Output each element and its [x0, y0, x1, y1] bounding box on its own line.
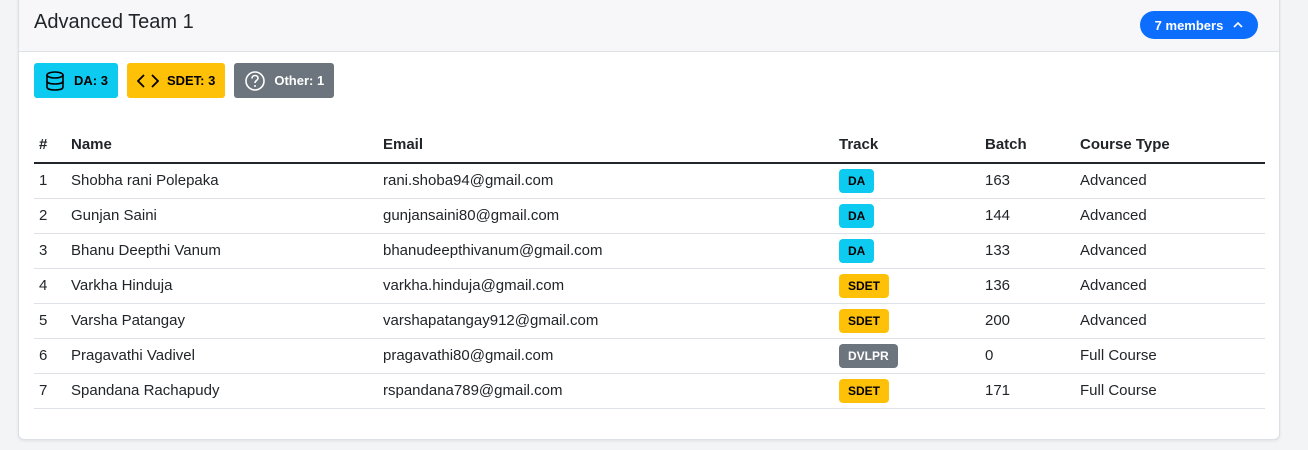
row-name: Shobha rani Polepaka	[66, 163, 378, 199]
summary-badge-other: Other: 1	[234, 63, 335, 98]
table-header-row: # Name Email Track Batch Course Type	[34, 127, 1265, 164]
members-count-label: 7 members	[1154, 17, 1224, 33]
row-track: SDET	[834, 373, 980, 409]
table-body: 1 Shobha rani Polepaka rani.shoba94@gmai…	[34, 163, 1265, 409]
code-icon	[136, 73, 159, 88]
row-num: 2	[34, 198, 66, 234]
database-icon	[46, 70, 64, 91]
header-course-type: Course Type	[1075, 127, 1265, 164]
row-email: rspandana789@gmail.com	[378, 373, 834, 409]
row-email: varshapatangay912@gmail.com	[378, 303, 834, 339]
row-num: 3	[34, 233, 66, 269]
row-name: Bhanu Deepthi Vanum	[66, 233, 378, 269]
row-track: DA	[834, 198, 980, 234]
row-num: 5	[34, 303, 66, 339]
table-row: 2 Gunjan Saini gunjansaini80@gmail.com D…	[34, 198, 1265, 234]
row-num: 6	[34, 338, 66, 374]
summary-badge-da: DA: 3	[34, 63, 118, 98]
track-badge: SDET	[839, 378, 890, 403]
row-email: rani.shoba94@gmail.com	[378, 163, 834, 199]
row-name: Spandana Rachapudy	[66, 373, 378, 409]
row-name: Varsha Patangay	[66, 303, 378, 339]
row-batch: 144	[980, 198, 1075, 234]
row-email: bhanudeepthivanum@gmail.com	[378, 233, 834, 269]
row-email: varkha.hinduja@gmail.com	[378, 268, 834, 304]
header-num: #	[34, 127, 66, 164]
summary-badge-label: Other: 1	[274, 73, 325, 88]
header-email: Email	[378, 127, 834, 164]
track-badge: DA	[839, 238, 875, 263]
row-num: 1	[34, 163, 66, 199]
table-row: 5 Varsha Patangay varshapatangay912@gmai…	[34, 303, 1265, 339]
table-row: 7 Spandana Rachapudy rspandana789@gmail.…	[34, 373, 1265, 409]
row-email: gunjansaini80@gmail.com	[378, 198, 834, 234]
row-name: Pragavathi Vadivel	[66, 338, 378, 374]
row-num: 7	[34, 373, 66, 409]
track-badge: DA	[839, 203, 875, 228]
row-num: 4	[34, 268, 66, 304]
row-batch: 136	[980, 268, 1075, 304]
header-name: Name	[66, 127, 378, 164]
row-track: DVLPR	[834, 338, 980, 374]
row-name: Varkha Hinduja	[66, 268, 378, 304]
row-course-type: Advanced	[1075, 233, 1265, 269]
row-course-type: Advanced	[1075, 198, 1265, 234]
row-batch: 171	[980, 373, 1075, 409]
row-track: SDET	[834, 268, 980, 304]
summary-badge-sdet: SDET: 3	[126, 63, 226, 98]
row-track: DA	[834, 163, 980, 199]
chevron-up-icon	[1233, 21, 1243, 28]
row-batch: 133	[980, 233, 1075, 269]
row-track: DA	[834, 233, 980, 269]
row-course-type: Full Course	[1075, 373, 1265, 409]
track-badge: DVLPR	[839, 343, 898, 368]
row-batch: 200	[980, 303, 1075, 339]
row-email: pragavathi80@gmail.com	[378, 338, 834, 374]
members-toggle-button[interactable]: 7 members	[1140, 11, 1258, 39]
members-table: # Name Email Track Batch Course Type 1 S…	[34, 127, 1265, 409]
table-row: 3 Bhanu Deepthi Vanum bhanudeepthivanum@…	[34, 233, 1265, 269]
row-batch: 163	[980, 163, 1075, 199]
row-course-type: Advanced	[1075, 303, 1265, 339]
row-batch: 0	[980, 338, 1075, 374]
table-row: 6 Pragavathi Vadivel pragavathi80@gmail.…	[34, 338, 1265, 374]
team-card: Advanced Team 1 7 members DA: 3 SDET: 3	[18, 0, 1280, 440]
row-course-type: Advanced	[1075, 163, 1265, 199]
table-row: 1 Shobha rani Polepaka rani.shoba94@gmai…	[34, 163, 1265, 199]
track-summary: DA: 3 SDET: 3 Other: 1	[34, 63, 335, 98]
row-course-type: Advanced	[1075, 268, 1265, 304]
track-badge: SDET	[839, 273, 890, 298]
row-track: SDET	[834, 303, 980, 339]
track-badge: SDET	[839, 308, 890, 333]
table-row: 4 Varkha Hinduja varkha.hinduja@gmail.co…	[34, 268, 1265, 304]
row-name: Gunjan Saini	[66, 198, 378, 234]
track-badge: DA	[839, 168, 875, 193]
summary-badge-label: DA: 3	[74, 73, 108, 88]
header-track: Track	[834, 127, 980, 164]
row-course-type: Full Course	[1075, 338, 1265, 374]
summary-badge-label: SDET: 3	[166, 73, 216, 88]
question-circle-icon	[245, 70, 266, 91]
card-header: Advanced Team 1 7 members	[19, 0, 1279, 52]
card-title: Advanced Team 1	[34, 11, 194, 33]
header-batch: Batch	[980, 127, 1075, 164]
